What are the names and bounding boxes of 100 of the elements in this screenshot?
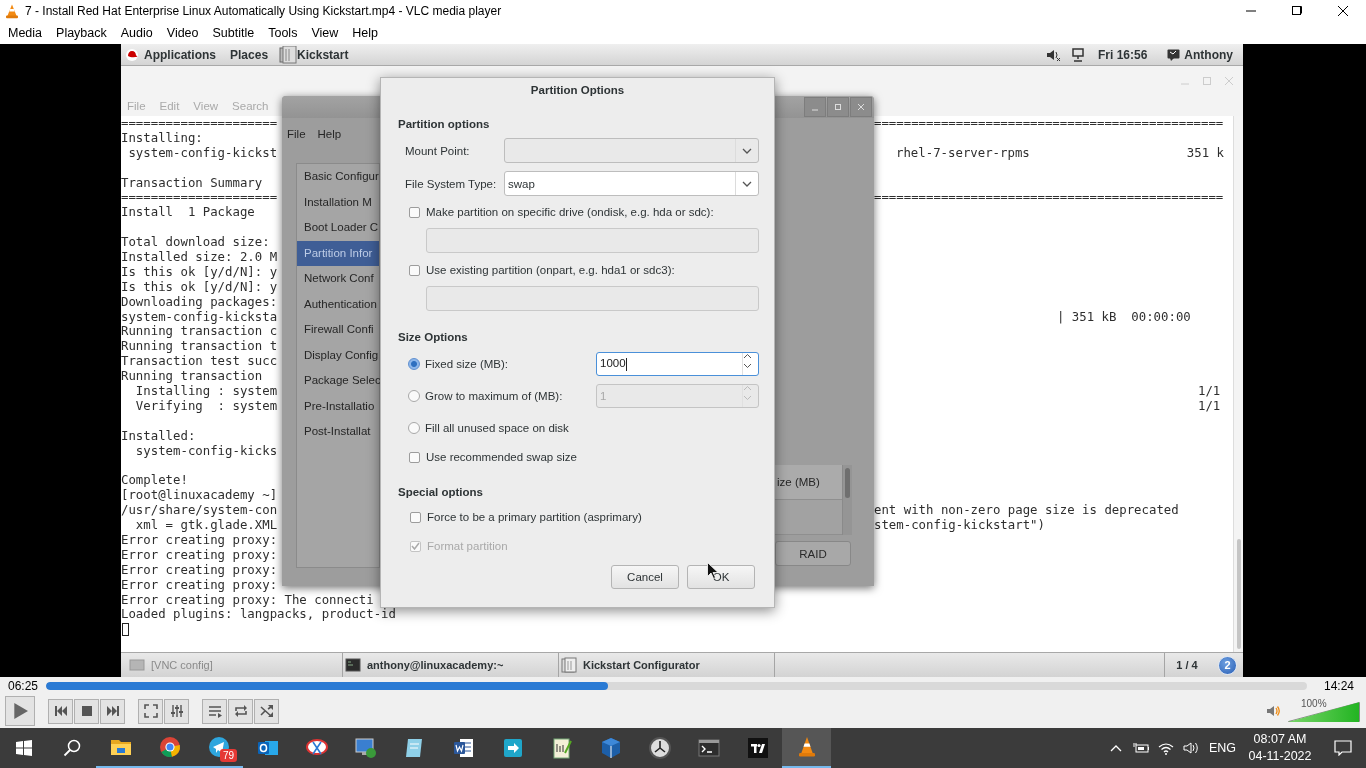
fullscreen-button[interactable]	[138, 698, 163, 724]
list-item[interactable]: Pre-Installatio	[297, 393, 379, 419]
settings-button[interactable]	[164, 698, 189, 724]
menu-item[interactable]: Media	[2, 24, 49, 42]
terminal-line: Installed size: 2.0 M	[121, 250, 278, 265]
terminal-line: | 351 kB 00:00:00	[1057, 309, 1191, 325]
user-icon	[1167, 48, 1181, 61]
menu-item[interactable]: Video	[160, 24, 205, 42]
menu-item[interactable]: Places	[230, 47, 269, 62]
language-indicator[interactable]: ENG	[1208, 741, 1236, 755]
clock-date[interactable]: 04-11-2022	[1248, 748, 1312, 765]
radio-label: Fixed size (MB):	[425, 358, 510, 370]
dialog-title: Partition Options	[529, 83, 626, 98]
scrollbar	[842, 465, 852, 535]
terminal-line: Running transaction	[121, 369, 263, 385]
list-item[interactable]: Network Conf	[297, 266, 379, 292]
chevron-up-icon	[1110, 744, 1123, 752]
radio-button[interactable]	[408, 358, 420, 370]
playlist-button[interactable]	[202, 698, 227, 724]
terminal-line: Running transaction t	[121, 339, 278, 355]
section-heading: Special options	[398, 485, 483, 500]
menu-item[interactable]: File	[287, 128, 306, 140]
stop-button[interactable]	[74, 698, 99, 724]
list-item[interactable]: Basic Configur	[297, 164, 379, 190]
close-button[interactable]	[850, 97, 872, 117]
section-heading: Size Options	[398, 330, 468, 345]
cancel-button[interactable]: Cancel	[611, 565, 679, 589]
menu-item[interactable]: Applications	[144, 47, 216, 62]
next-button[interactable]	[100, 698, 125, 724]
total-time: 14:24	[1324, 678, 1355, 693]
checkbox[interactable]	[409, 264, 420, 276]
terminal-cursor	[122, 623, 129, 637]
raid-button[interactable]: RAID	[775, 541, 851, 566]
play-button[interactable]	[5, 696, 35, 726]
menu-item[interactable]: Playback	[50, 24, 113, 42]
loop-icon	[233, 704, 248, 718]
list-item[interactable]: Package Selec	[297, 368, 379, 394]
seek-bar[interactable]	[46, 681, 1307, 690]
hat-icon	[126, 48, 138, 61]
checkbox[interactable]	[409, 206, 420, 218]
checkbox[interactable]	[409, 451, 420, 463]
section-heading: Partition options	[398, 117, 490, 132]
notification-count: 79	[220, 749, 238, 762]
table-row	[775, 500, 842, 535]
list-item[interactable]: Installation M	[297, 189, 379, 215]
checkbox-label: Make partition on specific drive (ondisk, e.g. hda or sdc):	[426, 206, 714, 218]
checkbox[interactable]	[410, 511, 421, 523]
number-field[interactable]: 1000	[596, 352, 759, 376]
monitor-icon	[353, 736, 378, 760]
checkbox-label: Use recommended swap size	[426, 451, 577, 463]
terminal-line: rhel-7-server-rpms	[896, 145, 1030, 161]
terminal-line: =====================	[121, 190, 278, 206]
notification-icon	[1334, 740, 1352, 756]
list-item[interactable]: Partition Infor	[297, 240, 379, 266]
previous-button[interactable]	[48, 698, 73, 724]
list-item[interactable]: Authentication	[297, 291, 379, 317]
shuffle-button[interactable]	[254, 698, 279, 724]
menu-item[interactable]: Audio	[114, 24, 159, 42]
terminal-line: Error creating proxy: The connecti	[121, 592, 374, 608]
list-item[interactable]: Post-Installat	[297, 419, 379, 445]
menu-item[interactable]: Help	[317, 128, 342, 140]
terminal-icon	[345, 657, 361, 673]
loop-button[interactable]	[228, 698, 253, 724]
menu-item[interactable]: Help	[346, 24, 384, 42]
stop-icon	[79, 704, 94, 718]
wifi-icon	[1158, 741, 1175, 755]
close-icon	[857, 103, 865, 111]
terminal-line: Error creating proxy:	[121, 547, 278, 563]
list-item[interactable]: Boot Loader C	[297, 215, 379, 241]
terminal-line: ent with non-zero page size is deprecated	[874, 503, 1179, 519]
menu-item[interactable]: View	[305, 24, 345, 42]
terminal-line: Verifying : system	[134, 398, 278, 414]
dropdown[interactable]: swap	[504, 171, 759, 196]
radio-button[interactable]	[408, 422, 420, 434]
clock: Fri 16:56	[1098, 47, 1148, 62]
radio-button[interactable]	[408, 390, 420, 402]
terminal-line: 1/1	[1198, 398, 1221, 414]
input-field[interactable]	[426, 286, 759, 311]
taskbar-app[interactable]: 79	[194, 728, 243, 768]
clock-time[interactable]: 08:07 AM	[1253, 731, 1307, 748]
grid-icon	[16, 740, 32, 756]
spin-arrows-icon	[743, 353, 752, 369]
elapsed-time: 06:25	[7, 678, 40, 693]
radio-label: Fill all unused space on disk	[425, 422, 569, 434]
menu-item[interactable]: Kickstart	[297, 47, 349, 62]
user-name[interactable]: Anthony	[1184, 47, 1233, 62]
field-label: Mount Point:	[404, 144, 471, 157]
maximize-icon	[1203, 77, 1211, 85]
terminal-line: ===============================================	[874, 190, 1224, 206]
ok-button[interactable]: OK	[687, 565, 755, 589]
input-field[interactable]	[426, 228, 759, 253]
list-item[interactable]: Display Config	[297, 342, 379, 368]
terminal-line: system-config-kicks	[134, 443, 278, 459]
list-item[interactable]: Firewall Confi	[297, 317, 379, 343]
search-icon	[63, 739, 81, 757]
notification-count: 2	[1218, 655, 1237, 675]
menu-item[interactable]: Subtitle	[206, 24, 261, 42]
radio-label: Grow to maximum of (MB):	[425, 390, 564, 402]
menu-item[interactable]: Tools	[262, 24, 304, 42]
chevron-down-icon	[742, 147, 752, 154]
